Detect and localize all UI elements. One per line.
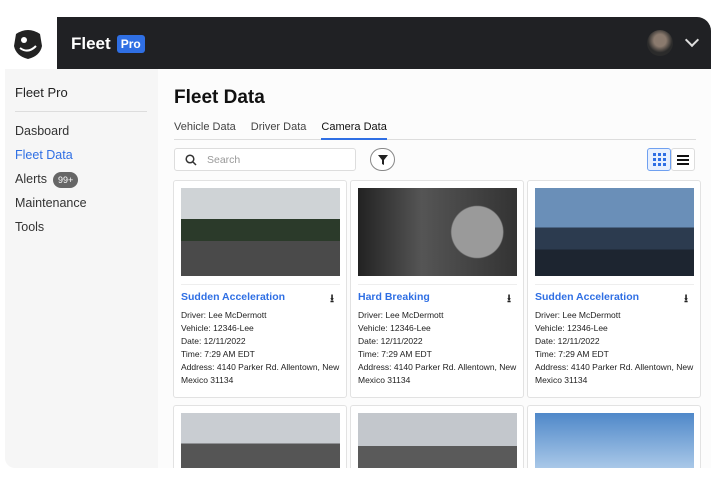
camera-event-card[interactable] xyxy=(527,405,701,468)
chevron-down-icon[interactable] xyxy=(684,32,700,48)
time: Time: 7:29 AM EDT xyxy=(535,349,609,359)
download-icon[interactable]: ⭳ xyxy=(684,290,688,309)
driver: Driver: Lee McDermott xyxy=(181,310,267,320)
label: Tools xyxy=(15,220,45,234)
date: Date: 12/11/2022 xyxy=(535,336,600,346)
address: Address: 4140 Parker Rd. Allentown, New … xyxy=(358,362,517,385)
top-bar: Fleet Pro xyxy=(57,17,711,69)
tab-camera-data[interactable]: Camera Data xyxy=(321,121,387,140)
date: Date: 12/11/2022 xyxy=(181,336,246,346)
label: Fleet Data xyxy=(15,148,73,162)
sidebar-item-tools[interactable]: Tools xyxy=(15,220,87,244)
event-title[interactable]: Hard Breaking xyxy=(358,291,430,303)
label: Alerts xyxy=(15,172,47,186)
alerts-count-badge: 99+ xyxy=(52,172,79,188)
tab-driver-data[interactable]: Driver Data xyxy=(251,121,307,140)
event-title[interactable]: Sudden Acceleration xyxy=(535,291,639,303)
grid-view-button[interactable] xyxy=(647,148,671,171)
list-view-button[interactable] xyxy=(671,148,695,171)
sidebar-item-fleet-data[interactable]: Fleet Data xyxy=(15,148,87,172)
camera-event-card[interactable]: Sudden Acceleration ⭳ Driver: Lee McDerm… xyxy=(527,180,701,398)
camera-event-card[interactable] xyxy=(173,405,347,468)
time: Time: 7:29 AM EDT xyxy=(181,349,255,359)
address: Address: 4140 Parker Rd. Allentown, New … xyxy=(181,362,340,385)
camera-thumbnail[interactable] xyxy=(181,188,340,276)
page-title: Fleet Data xyxy=(174,87,265,108)
address: Address: 4140 Parker Rd. Allentown, New … xyxy=(535,362,694,385)
user-avatar[interactable] xyxy=(647,30,673,56)
camera-event-card[interactable]: Hard Breaking ⭳ Driver: Lee McDermott Veh… xyxy=(350,180,524,398)
event-title[interactable]: Sudden Acceleration xyxy=(181,291,285,303)
divider xyxy=(15,111,147,112)
time: Time: 7:29 AM EDT xyxy=(358,349,432,359)
main-content: Fleet Data Vehicle Data Driver Data Came… xyxy=(158,69,711,468)
vehicle: Vehicle: 12346-Lee xyxy=(535,323,608,333)
search-icon xyxy=(185,153,197,166)
camera-thumbnail[interactable] xyxy=(535,413,694,468)
filter-icon xyxy=(377,154,388,165)
camera-event-card[interactable]: Sudden Acceleration ⭳ Driver: Lee McDerm… xyxy=(173,180,347,398)
download-icon[interactable]: ⭳ xyxy=(330,290,334,309)
label: Maintenance xyxy=(15,196,87,210)
search-input[interactable]: Search xyxy=(174,148,356,171)
driver: Driver: Lee McDermott xyxy=(535,310,621,320)
app-brand[interactable]: Fleet Pro xyxy=(71,34,145,54)
camera-thumbnail[interactable] xyxy=(181,413,340,468)
camera-thumbnail[interactable] xyxy=(358,188,517,276)
sidebar-title: Fleet Pro xyxy=(15,85,68,100)
download-icon[interactable]: ⭳ xyxy=(507,290,511,309)
logo xyxy=(10,26,46,60)
search-placeholder: Search xyxy=(207,153,241,166)
filter-button[interactable] xyxy=(370,148,395,171)
vehicle: Vehicle: 12346-Lee xyxy=(181,323,254,333)
driver: Driver: Lee McDermott xyxy=(358,310,444,320)
label: Dasboard xyxy=(15,124,70,138)
date: Date: 12/11/2022 xyxy=(358,336,423,346)
sidebar-item-alerts[interactable]: Alerts 99+ xyxy=(15,172,87,196)
tab-vehicle-data[interactable]: Vehicle Data xyxy=(174,121,236,140)
brand-name: Fleet xyxy=(71,34,111,53)
camera-event-card[interactable] xyxy=(350,405,524,468)
sidebar-item-dashboard[interactable]: Dasboard xyxy=(15,124,87,148)
sidebar-item-maintenance[interactable]: Maintenance xyxy=(15,196,87,220)
pro-badge: Pro xyxy=(116,35,145,53)
camera-thumbnail[interactable] xyxy=(535,188,694,276)
sidebar: Fleet Pro Dasboard Fleet Data Alerts 99+ … xyxy=(5,69,158,468)
vehicle: Vehicle: 12346-Lee xyxy=(358,323,431,333)
camera-thumbnail[interactable] xyxy=(358,413,517,468)
